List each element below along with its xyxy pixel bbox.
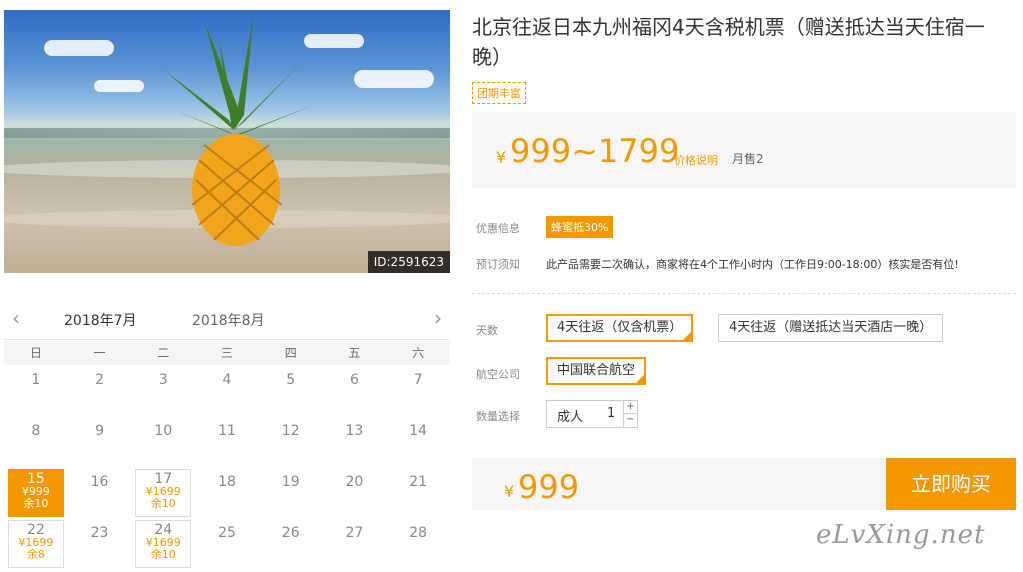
calendar-day: 6 [349, 372, 359, 388]
final-price: 999 [518, 468, 580, 506]
day-option-with-hotel[interactable]: 4天往返（赠送抵达当天酒店一晚） [718, 314, 944, 342]
prev-month-icon[interactable]: ‹ [12, 306, 20, 330]
calendar-day: 19 [281, 474, 300, 490]
tab-month-august[interactable]: 2018年8月 [192, 310, 265, 330]
weekday-label: 五 [348, 346, 361, 360]
calendar-month-nav: ‹ 2018年7月 2018年8月 › [4, 296, 450, 344]
calendar-grid: 日 一 二 三 四 五 六 1 2 3 4 5 6 7 8 9 10 11 12… [4, 341, 450, 569]
next-month-icon[interactable]: › [434, 306, 442, 330]
pineapple-icon [164, 10, 314, 246]
calendar-week: 8 9 10 11 12 13 14 [4, 416, 450, 467]
day-stock: 余10 [23, 497, 49, 510]
calendar-day: 21 [409, 474, 428, 490]
calendar-week: 22 ¥1699 余8 23 24 ¥1699 余10 25 26 27 28 [4, 518, 450, 569]
weekday-label: 日 [29, 346, 42, 360]
calendar-day: 12 [281, 423, 300, 439]
qty-plus-button[interactable]: + [623, 401, 637, 414]
day-stock: 余8 [26, 548, 45, 561]
watermark: eLvXing.net [816, 520, 986, 550]
currency-symbol: ¥ [496, 148, 507, 167]
cloud [354, 70, 434, 88]
currency-symbol: ¥ [504, 482, 515, 501]
calendar-week: 15 ¥999 余10 16 17 ¥1699 余10 18 19 20 21 [4, 467, 450, 518]
calendar-day: 23 [90, 525, 109, 541]
tab-month-july[interactable]: 2018年7月 [54, 310, 147, 344]
qty-minus-button[interactable]: − [623, 414, 637, 427]
photo-id-badge: ID:2591623 [367, 251, 450, 273]
calendar-day: 26 [281, 525, 300, 541]
calendar-day: 5 [286, 372, 296, 388]
calendar-day: 25 [218, 525, 236, 541]
calendar-day-available[interactable]: 17 ¥1699 余10 [131, 467, 195, 518]
notice-label: 预订须知 [476, 258, 520, 271]
days-label: 天数 [476, 324, 498, 337]
qty-type: 成人 [557, 410, 584, 425]
price-range: 999~1799 [510, 132, 680, 170]
day-option-flight-only[interactable]: 4天往返（仅含机票） [546, 314, 694, 342]
calendar-day: 4 [222, 372, 232, 388]
cloud [44, 40, 114, 56]
day-stock: 余10 [150, 497, 176, 510]
calendar-day-available[interactable]: 24 ¥1699 余10 [131, 518, 195, 569]
calendar-day: 20 [345, 474, 364, 490]
calendar-day: 27 [345, 525, 364, 541]
calendar-day: 10 [154, 423, 173, 439]
calendar-day-available[interactable]: 22 ¥1699 余8 [4, 518, 68, 569]
airline-option[interactable]: 中国联合航空 [546, 357, 647, 385]
airline-label: 航空公司 [476, 368, 520, 381]
monthly-sales: 月售2 [732, 152, 764, 166]
calendar-day: 3 [158, 372, 168, 388]
calendar-day: 7 [413, 372, 423, 388]
calendar-week: 1 2 3 4 5 6 7 [4, 365, 450, 416]
weekday-header: 日 一 二 三 四 五 六 [4, 341, 450, 365]
price-explain-link[interactable]: 价格说明 [674, 152, 718, 168]
calendar-day: 11 [218, 423, 236, 439]
calendar-day: 8 [31, 423, 41, 439]
buy-now-button[interactable]: 立即购买 [886, 458, 1016, 510]
calendar-day: 28 [409, 525, 428, 541]
calendar-day: 16 [90, 474, 109, 490]
promo-badge: 蜂蜜抵30% [546, 216, 614, 238]
calendar-day: 18 [218, 474, 236, 490]
price-panel: ¥ 999~1799 价格说明 月售2 [472, 112, 1016, 188]
calendar-day: 1 [31, 372, 41, 388]
weekday-label: 一 [93, 346, 106, 360]
weekday-label: 四 [284, 346, 297, 360]
calendar-day: 13 [345, 423, 364, 439]
qty-label: 数量选择 [476, 410, 520, 423]
cloud [94, 80, 144, 92]
weekday-label: 二 [157, 346, 170, 360]
calendar-day: 9 [95, 423, 105, 439]
calendar-day: 2 [95, 372, 105, 388]
weekday-label: 六 [412, 346, 425, 360]
qty-value[interactable]: 1 [607, 406, 615, 421]
notice-text: 此产品需要二次确认，商家将在4个工作小时内（工作日9:00-18:00）核实是否… [546, 258, 959, 271]
divider [472, 293, 1016, 294]
product-photo: ID:2591623 [4, 10, 450, 273]
product-title: 北京往返日本九州福冈4天含税机票（赠送抵达当天住宿一晚） [472, 15, 985, 69]
calendar-day-selected[interactable]: 15 ¥999 余10 [4, 467, 68, 518]
quantity-stepper[interactable]: 成人 1 + − [546, 400, 638, 428]
weekday-label: 三 [220, 346, 233, 360]
product-tag: 团期丰富 [472, 82, 526, 104]
promo-label: 优惠信息 [476, 222, 520, 235]
calendar-day: 14 [409, 423, 428, 439]
day-stock: 余10 [150, 548, 176, 561]
